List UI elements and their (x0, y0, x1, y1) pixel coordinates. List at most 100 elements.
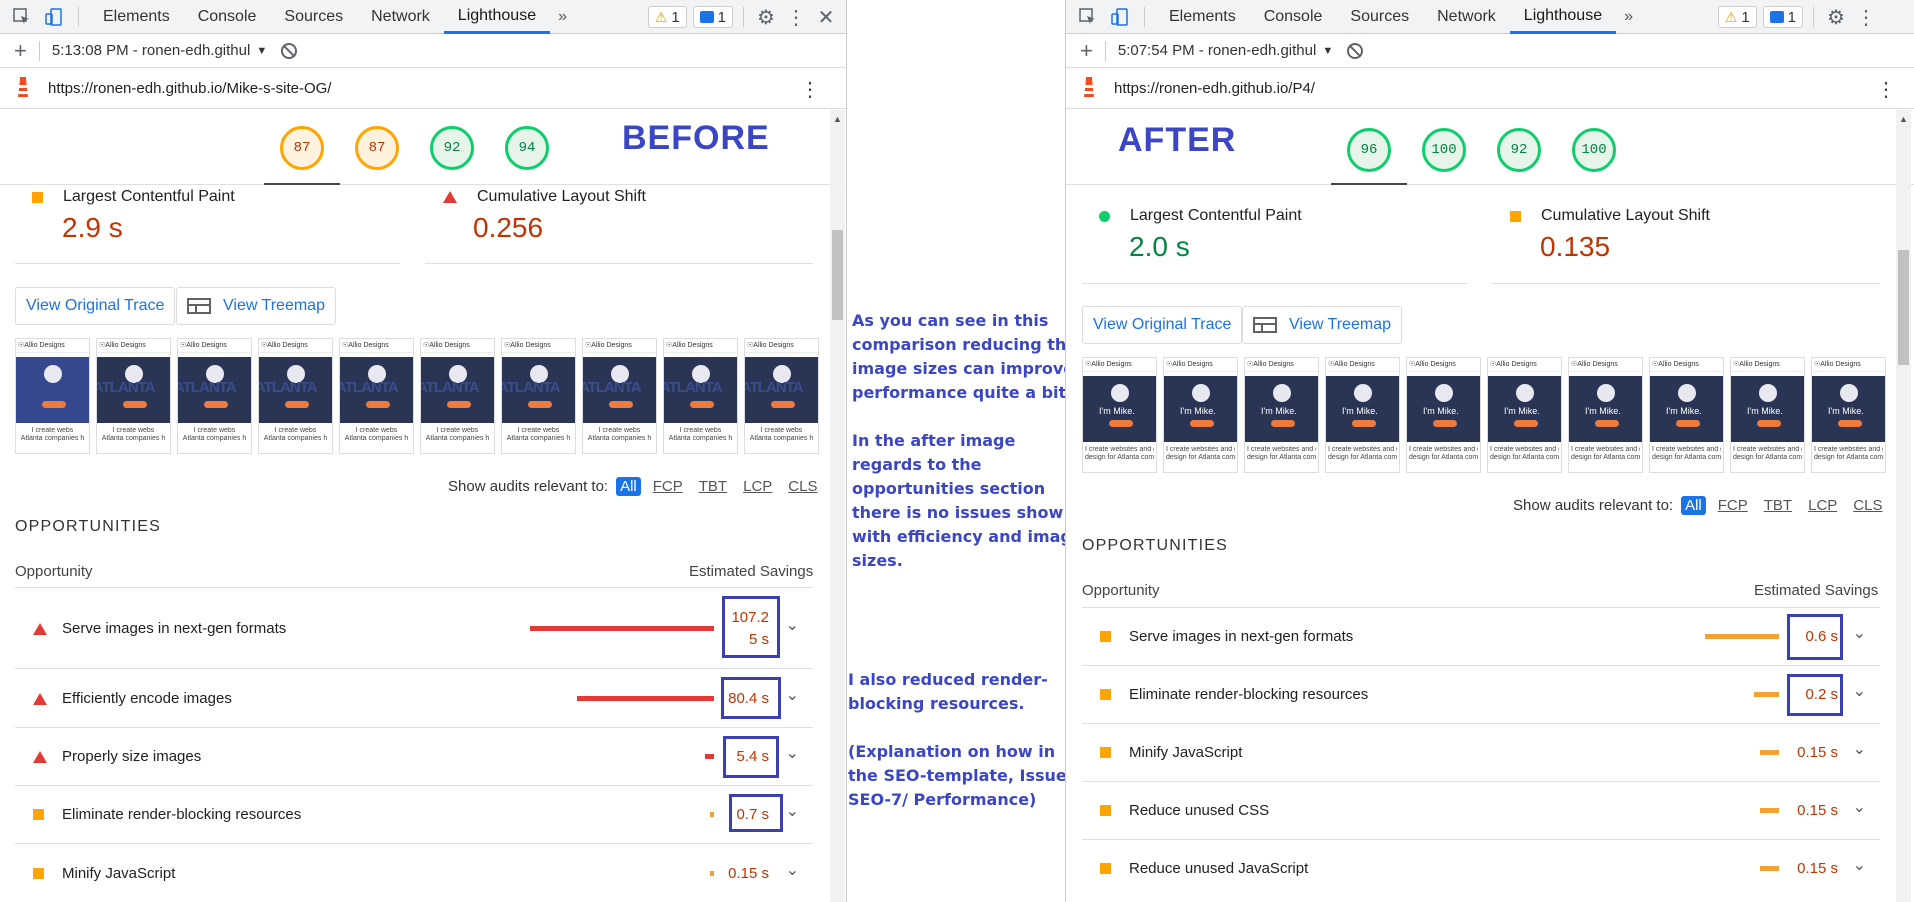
settings-gear-icon[interactable]: ⚙ (1824, 5, 1848, 29)
chevron-down-icon[interactable]: ⌄ (1853, 623, 1866, 643)
chevron-down-icon[interactable]: ⌄ (1853, 681, 1866, 701)
device-toolbar-icon[interactable] (44, 7, 64, 27)
audit-filter: Show audits relevant to: All FCP TBT LCP… (448, 477, 821, 496)
opportunity-row[interactable]: Serve images in next-gen formats 0.6 s ⌄ (1082, 607, 1880, 665)
tab-sources[interactable]: Sources (1336, 0, 1423, 34)
scroll-up-arrow-icon[interactable]: ▲ (1899, 114, 1908, 124)
best-practices-score-gauge[interactable]: 92 (1497, 128, 1541, 172)
tab-console[interactable]: Console (184, 0, 271, 34)
annotation-paragraph-4: (Explanation on how in the SEO-template,… (848, 740, 1067, 812)
filter-all[interactable]: All (616, 477, 641, 496)
tab-console[interactable]: Console (1250, 0, 1337, 34)
messages-badge[interactable]: 1 (692, 6, 733, 28)
dropdown-caret-icon[interactable]: ▼ (256, 45, 267, 57)
filter-lcp[interactable]: LCP (1804, 496, 1841, 515)
view-treemap-button[interactable]: View Treemap (1242, 306, 1402, 344)
accessibility-score-gauge[interactable]: 87 (355, 126, 399, 170)
clear-icon[interactable] (281, 42, 298, 59)
dropdown-caret-icon[interactable]: ▼ (1322, 45, 1333, 57)
report-menu-icon[interactable]: ⋮ (1876, 77, 1896, 102)
scroll-up-arrow-icon[interactable]: ▲ (833, 114, 842, 124)
avatar-icon (1192, 384, 1210, 402)
chevron-down-icon[interactable]: ⌄ (786, 860, 799, 880)
filter-lcp[interactable]: LCP (739, 477, 776, 496)
seo-score-gauge[interactable]: 94 (505, 126, 549, 170)
annotation-line: (Explanation on how in (848, 742, 1056, 761)
frame-cta-button (1595, 420, 1619, 427)
chevron-down-icon[interactable]: ⌄ (1853, 855, 1866, 875)
settings-gear-icon[interactable]: ⚙ (754, 5, 778, 29)
tab-elements[interactable]: Elements (89, 0, 184, 34)
view-original-trace-button[interactable]: View Original Trace (1082, 306, 1243, 344)
tab-network[interactable]: Network (357, 0, 444, 34)
report-url[interactable]: https://ronen-edh.github.io/P4/ (1114, 80, 1315, 97)
inspect-element-icon[interactable] (12, 7, 32, 27)
filter-tbt[interactable]: TBT (695, 477, 731, 496)
opportunity-row[interactable]: Serve images in next-gen formats 107.2 5 s… (15, 587, 813, 668)
chevron-down-icon[interactable]: ⌄ (786, 801, 799, 821)
tab-sources[interactable]: Sources (270, 0, 357, 34)
chevron-down-icon[interactable]: ⌄ (1853, 797, 1866, 817)
opportunity-row[interactable]: Efficiently encode images 80.4 s ⌄ (15, 668, 813, 727)
device-toolbar-icon[interactable] (1110, 7, 1130, 27)
scrollbar-thumb[interactable] (832, 230, 843, 320)
opportunity-row[interactable]: Reduce unused CSS 0.15 s ⌄ (1082, 781, 1880, 839)
filter-cls[interactable]: CLS (1849, 496, 1886, 515)
filter-fcp[interactable]: FCP (649, 477, 687, 496)
warnings-badge[interactable]: ⚠ 1 (1717, 6, 1757, 28)
warnings-badge[interactable]: ⚠ 1 (647, 6, 687, 28)
more-tabs-icon[interactable]: » (1616, 8, 1641, 26)
report-menu-icon[interactable]: ⋮ (800, 77, 820, 102)
view-treemap-button[interactable]: View Treemap (176, 287, 336, 325)
more-tabs-icon[interactable]: » (550, 8, 575, 26)
opportunity-row[interactable]: Eliminate render-blocking resources 0.2 s… (1082, 665, 1880, 723)
new-report-icon[interactable]: + (1080, 38, 1093, 64)
chevron-down-icon[interactable]: ⌄ (1853, 739, 1866, 759)
opportunity-row[interactable]: Minify JavaScript 0.15 s ⌄ (1082, 723, 1880, 781)
chevron-down-icon[interactable]: ⌄ (786, 743, 799, 763)
opportunity-row[interactable]: Reduce unused JavaScript 0.15 s ⌄ (1082, 839, 1880, 897)
frame-body-text: I create websites and graphicdesign for … (1814, 446, 1883, 462)
seo-score-gauge[interactable]: 100 (1572, 128, 1616, 172)
frame-text-line: design for Atlanta companies (1652, 454, 1721, 461)
filter-fcp[interactable]: FCP (1714, 496, 1752, 515)
close-icon[interactable]: ✕ (814, 5, 838, 29)
report-url[interactable]: https://ronen-edh.github.io/Mike-s-site-… (48, 80, 331, 97)
frame-cta-button (204, 401, 228, 408)
filter-label: Show audits relevant to: (1513, 497, 1674, 514)
frame-body-text: I create webs Atlanta companies h (666, 427, 735, 443)
tab-lighthouse[interactable]: Lighthouse (1509, 0, 1617, 34)
vertical-scrollbar[interactable]: ▲ (1896, 110, 1911, 902)
messages-badge[interactable]: 1 (1762, 6, 1803, 28)
frame-hero-image: I'm Mike. (1326, 376, 1399, 442)
performance-score-gauge[interactable]: 87 (280, 126, 324, 170)
opportunity-row[interactable]: Properly size images 5.4 s ⌄ (15, 727, 813, 785)
filter-all[interactable]: All (1681, 496, 1706, 515)
opportunity-row[interactable]: Eliminate render-blocking resources 0.7 s… (15, 785, 813, 843)
best-practices-score-gauge[interactable]: 92 (430, 126, 474, 170)
chevron-down-icon[interactable]: ⌄ (786, 685, 799, 705)
inspect-element-icon[interactable] (1078, 7, 1098, 27)
avatar-icon (44, 365, 62, 383)
performance-score-gauge[interactable]: 96 (1347, 128, 1391, 172)
clear-icon[interactable] (1347, 42, 1364, 59)
report-selector[interactable]: 5:13:08 PM - ronen-edh.githul (52, 42, 250, 59)
accessibility-score-gauge[interactable]: 100 (1422, 128, 1466, 172)
new-report-icon[interactable]: + (14, 38, 27, 64)
opportunity-row[interactable]: Minify JavaScript 0.15 s ⌄ (15, 843, 813, 902)
filmstrip-frame: ☉Allio Designs ATLANTA I create webs Atlant… (501, 338, 576, 454)
vertical-scrollbar[interactable]: ▲ (830, 110, 845, 902)
kebab-menu-icon[interactable]: ⋮ (1854, 5, 1878, 29)
kebab-menu-icon[interactable]: ⋮ (784, 5, 808, 29)
chevron-down-icon[interactable]: ⌄ (786, 615, 799, 635)
tab-network[interactable]: Network (1423, 0, 1510, 34)
filter-tbt[interactable]: TBT (1760, 496, 1796, 515)
report-selector[interactable]: 5:07:54 PM - ronen-edh.githul (1118, 42, 1316, 59)
view-original-trace-button[interactable]: View Original Trace (15, 287, 176, 325)
scrollbar-thumb[interactable] (1898, 250, 1909, 365)
opportunity-title: Eliminate render-blocking resources (62, 806, 302, 823)
filter-cls[interactable]: CLS (784, 477, 821, 496)
tab-elements[interactable]: Elements (1155, 0, 1250, 34)
frame-text-line: design for Atlanta companies (1085, 454, 1154, 461)
tab-lighthouse[interactable]: Lighthouse (443, 0, 551, 34)
